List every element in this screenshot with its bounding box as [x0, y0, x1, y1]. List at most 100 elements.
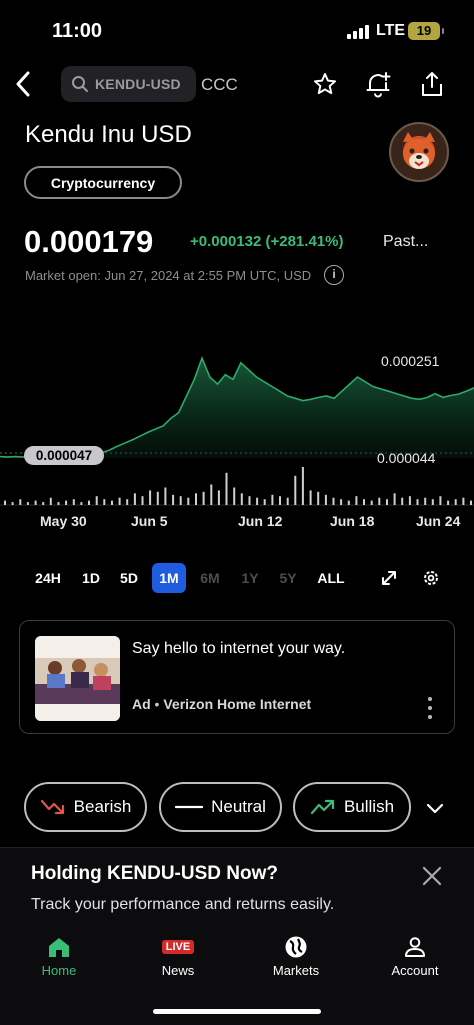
volume-bar — [34, 500, 37, 505]
search-icon — [72, 76, 88, 92]
volume-bar — [447, 500, 450, 505]
person-icon — [405, 937, 425, 957]
bullish-button[interactable]: Bullish — [293, 782, 411, 832]
volume-bar — [309, 490, 312, 505]
bullish-label: Bullish — [343, 797, 395, 816]
volume-bar — [317, 491, 320, 505]
volume-bar — [378, 497, 381, 505]
volume-bar — [279, 496, 281, 505]
range-1d[interactable]: 1D — [78, 563, 104, 593]
watchlist-star-button[interactable] — [309, 68, 341, 100]
volume-bar — [126, 499, 129, 505]
back-button[interactable] — [8, 68, 38, 100]
home-icon — [49, 938, 69, 957]
tab-home-label: Home — [41, 963, 77, 978]
category-chip[interactable]: Cryptocurrency — [24, 166, 182, 199]
tab-account-label: Account — [391, 963, 439, 978]
volume-bar — [271, 494, 274, 505]
volume-bar — [57, 502, 60, 505]
volume-bar — [179, 496, 182, 505]
ad-card[interactable]: Say hello to internet your way. Ad • Ver… — [19, 620, 455, 734]
close-icon — [422, 866, 442, 886]
volume-bar — [454, 499, 457, 505]
volume-bar — [240, 493, 243, 505]
neutral-button[interactable]: Neutral — [159, 782, 282, 832]
volume-bar — [439, 496, 442, 505]
chevron-down-icon — [426, 803, 444, 814]
volume-bar — [65, 500, 68, 505]
ad-image — [35, 636, 120, 721]
volume-bar — [294, 475, 297, 505]
range-5d[interactable]: 5D — [116, 563, 142, 593]
battery-icon: 19 — [408, 22, 444, 40]
chart-settings-button[interactable] — [418, 563, 444, 593]
tab-markets[interactable]: Markets — [256, 935, 336, 978]
volume-bar — [470, 500, 472, 505]
more-options-icon[interactable] — [420, 697, 440, 719]
range-1y[interactable]: 1Y — [237, 563, 263, 593]
current-price: 0.000179 — [24, 224, 154, 259]
share-button[interactable] — [416, 68, 448, 100]
volume-bar — [225, 472, 228, 505]
info-icon[interactable]: i — [324, 265, 344, 285]
tab-news[interactable]: LIVE News — [138, 935, 218, 978]
x-tick-label: Jun 5 — [131, 513, 168, 529]
volume-bar — [248, 496, 251, 505]
range-6m[interactable]: 6M — [196, 563, 224, 593]
volume-bar — [462, 497, 465, 505]
price-alert-button[interactable] — [362, 68, 394, 100]
x-tick-label: Jun 18 — [330, 513, 375, 529]
status-bar: 11:00 LTE 19 — [0, 0, 474, 60]
volume-bar — [416, 499, 419, 505]
chevron-left-icon — [16, 71, 30, 97]
volume-bar — [340, 499, 343, 505]
volume-bar — [301, 467, 304, 505]
ad-source: Ad • Verizon Home Internet — [132, 696, 312, 712]
volume-bar — [202, 491, 205, 505]
expand-sentiment-button[interactable] — [423, 796, 447, 820]
expand-icon — [382, 571, 396, 585]
ad-tag: Ad — [132, 696, 151, 712]
price-chart[interactable] — [0, 340, 474, 540]
search-bar[interactable]: KENDU-USD — [61, 66, 196, 102]
chart-high-label: 0.000251 — [381, 353, 440, 369]
range-5y[interactable]: 5Y — [275, 563, 301, 593]
holding-title: Holding KENDU-USD Now? — [31, 863, 278, 884]
asset-logo — [389, 122, 449, 182]
volume-bar — [355, 496, 358, 505]
volume-bar — [256, 497, 259, 505]
volume-bar — [408, 496, 411, 505]
tab-account[interactable]: Account — [375, 935, 455, 978]
star-icon — [313, 73, 337, 95]
volume-bar — [286, 497, 289, 505]
volume-bar — [164, 487, 167, 505]
volume-bar — [393, 493, 396, 505]
volume-bar — [141, 496, 144, 505]
volume-bar — [217, 490, 220, 505]
volume-bar — [401, 497, 404, 505]
chart-start-label: 0.000047 — [24, 446, 104, 465]
live-badge: LIVE — [161, 940, 195, 954]
bearish-button[interactable]: Bearish — [24, 782, 147, 832]
asset-title: Kendu Inu USD — [25, 121, 192, 148]
share-icon — [422, 72, 442, 96]
range-1m[interactable]: 1M — [152, 563, 186, 593]
volume-bar — [133, 493, 136, 505]
volume-bar — [172, 494, 175, 505]
price-area — [0, 358, 474, 458]
tab-markets-label: Markets — [272, 963, 320, 978]
chart-low-label: 0.000044 — [377, 450, 436, 466]
volume-bar — [363, 499, 365, 505]
volume-bar — [72, 499, 75, 505]
volume-bar — [263, 499, 266, 505]
close-banner-button[interactable] — [420, 864, 444, 888]
neutral-label: Neutral — [211, 797, 266, 816]
volume-bar — [332, 497, 335, 505]
range-24h[interactable]: 24H — [30, 563, 66, 593]
price-change: +0.000132 (+281.41%) — [190, 233, 344, 250]
tab-home[interactable]: Home — [19, 935, 99, 978]
fullscreen-button[interactable] — [376, 563, 402, 593]
holding-subtitle: Track your performance and returns easil… — [31, 896, 335, 913]
range-all[interactable]: ALL — [314, 563, 348, 593]
volume-bar — [431, 499, 434, 505]
